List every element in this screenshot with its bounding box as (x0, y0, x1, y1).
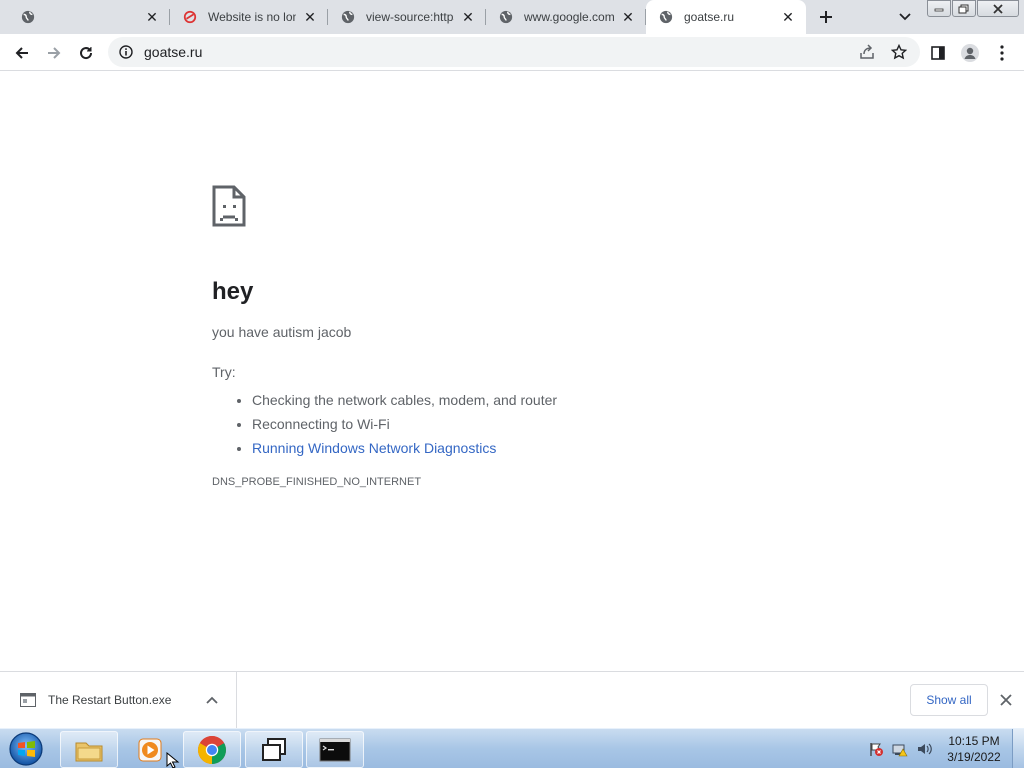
action-center-flag-icon[interactable] (868, 741, 884, 757)
plus-icon (820, 11, 832, 23)
tab-2[interactable]: Website is no longer ✕ (170, 0, 328, 34)
suggestion-item: Reconnecting to Wi-Fi (252, 412, 812, 436)
site-logo-icon (182, 9, 198, 25)
tab-3[interactable]: view-source:https:// ✕ (328, 0, 486, 34)
globe-icon (658, 9, 674, 25)
tab-3-title: view-source:https:// (366, 10, 454, 24)
download-filename: The Restart Button.exe (48, 693, 172, 707)
back-arrow-icon (15, 47, 28, 59)
browser-toolbar: goatse.ru (0, 34, 1024, 71)
window-controls (927, 0, 1020, 18)
windows-orb-icon (9, 732, 43, 766)
page-content: hey you have autism jacob Try: Checking … (0, 71, 1024, 671)
profile-button[interactable] (956, 39, 984, 67)
side-panel-button[interactable] (924, 39, 952, 67)
address-bar-actions (858, 43, 908, 61)
error-panel: hey you have autism jacob Try: Checking … (212, 185, 812, 488)
reload-icon (80, 47, 93, 60)
address-bar[interactable]: goatse.ru (108, 37, 920, 67)
suggestion-item: Running Windows Network Diagnostics (252, 436, 812, 460)
tab-strip: ✕ Website is no longer ✕ view-source:htt… (0, 0, 1024, 34)
chevron-up-icon[interactable] (204, 692, 220, 708)
taskbar: 10:15 PM 3/19/2022 (0, 728, 1024, 768)
tab-5-active[interactable]: goatse.ru ✕ (646, 0, 806, 34)
globe-icon (20, 9, 36, 25)
network-warning-icon[interactable] (892, 741, 908, 757)
mouse-cursor-icon (166, 752, 180, 768)
restore-button[interactable] (952, 0, 976, 17)
close-window-button[interactable] (977, 0, 1019, 17)
try-label: Try: (212, 364, 236, 380)
taskbar-command-prompt[interactable] (306, 731, 364, 768)
tab-5-close-icon[interactable]: ✕ (780, 9, 796, 25)
globe-icon (498, 9, 514, 25)
close-shelf-icon[interactable] (996, 690, 1016, 710)
screen: ✕ Website is no longer ✕ view-source:htt… (0, 0, 1024, 768)
info-icon[interactable] (118, 44, 134, 60)
menu-button[interactable] (988, 39, 1016, 67)
globe-icon (340, 9, 356, 25)
tab-5-title: goatse.ru (684, 10, 735, 24)
start-button[interactable] (6, 730, 46, 768)
share-icon[interactable] (858, 43, 876, 61)
taskbar-chrome[interactable] (183, 731, 241, 768)
tab-2-close-icon[interactable]: ✕ (302, 9, 318, 25)
tab-1[interactable]: ✕ (8, 0, 170, 34)
clock[interactable]: 10:15 PM 3/19/2022 (940, 733, 1008, 765)
tab-4-title: www.google.com (524, 10, 614, 24)
download-item[interactable]: The Restart Button.exe (0, 672, 237, 728)
close-icon (993, 3, 1003, 14)
tab-1-close-icon[interactable]: ✕ (144, 9, 160, 25)
profile-avatar-icon (961, 44, 979, 62)
forward-arrow-icon (48, 47, 61, 59)
taskbar-window-switcher[interactable] (245, 731, 303, 768)
sad-document-icon (212, 185, 246, 227)
chrome-icon (198, 735, 226, 764)
window-switcher-icon (262, 737, 286, 761)
minimize-icon (934, 8, 944, 11)
error-heading: hey (212, 278, 254, 305)
suggestion-list: Checking the network cables, modem, and … (252, 388, 812, 460)
tab-4[interactable]: www.google.com ✕ (486, 0, 646, 34)
error-message: you have autism jacob (212, 324, 352, 340)
error-code: DNS_PROBE_FINISHED_NO_INTERNET (212, 476, 422, 488)
show-desktop-button[interactable] (1012, 729, 1024, 768)
clock-date: 3/19/2022 (947, 750, 1001, 764)
side-panel-icon (931, 46, 945, 60)
tab-3-close-icon[interactable]: ✕ (460, 9, 476, 25)
restore-icon (958, 4, 969, 13)
tab-2-title: Website is no longer (208, 10, 296, 24)
suggestion-item: Checking the network cables, modem, and … (252, 388, 812, 412)
command-prompt-icon (319, 738, 351, 761)
volume-icon[interactable] (916, 741, 932, 757)
bookmark-star-icon[interactable] (890, 43, 908, 61)
more-vertical-icon (1000, 45, 1004, 61)
show-all-button[interactable]: Show all (910, 684, 988, 716)
tab-4-close-icon[interactable]: ✕ (620, 9, 636, 25)
download-shelf: The Restart Button.exe Show all (0, 671, 1024, 728)
reload-button[interactable] (72, 39, 100, 67)
back-button[interactable] (8, 39, 36, 67)
taskbar-file-explorer[interactable] (60, 731, 118, 768)
chevron-down-icon (899, 13, 911, 21)
forward-button[interactable] (40, 39, 68, 67)
minimize-button[interactable] (927, 0, 951, 17)
new-tab-button[interactable] (814, 5, 838, 29)
media-player-icon (138, 738, 162, 761)
network-diagnostics-link[interactable]: Running Windows Network Diagnostics (252, 440, 496, 456)
file-explorer-icon (75, 742, 103, 761)
tab-search-button[interactable] (894, 6, 916, 28)
clock-time: 10:15 PM (948, 734, 1000, 748)
url-text: goatse.ru (144, 44, 203, 60)
exe-file-icon (20, 693, 36, 707)
